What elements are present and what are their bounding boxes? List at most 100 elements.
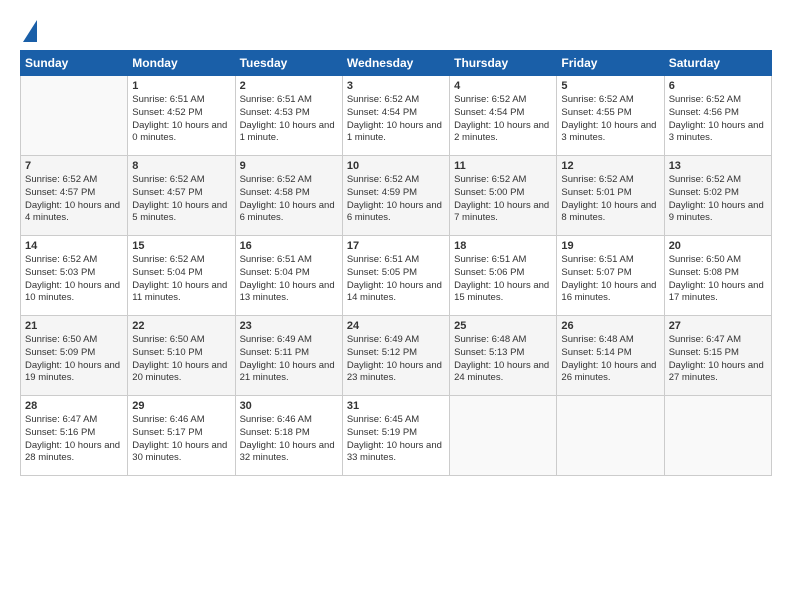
- calendar-cell: 10 Sunrise: 6:52 AMSunset: 4:59 PMDayligh…: [342, 156, 449, 236]
- day-info: Sunrise: 6:51 AMSunset: 5:07 PMDaylight:…: [561, 254, 659, 305]
- day-number: 17: [347, 240, 445, 252]
- week-row-0: 1 Sunrise: 6:51 AMSunset: 4:52 PMDaylight…: [21, 76, 772, 156]
- day-number: 27: [669, 320, 767, 332]
- calendar-cell: 31 Sunrise: 6:45 AMSunset: 5:19 PMDayligh…: [342, 396, 449, 476]
- calendar-cell: 14 Sunrise: 6:52 AMSunset: 5:03 PMDayligh…: [21, 236, 128, 316]
- calendar-cell: [21, 76, 128, 156]
- calendar-cell: [664, 396, 771, 476]
- day-info: Sunrise: 6:46 AMSunset: 5:17 PMDaylight:…: [132, 414, 230, 465]
- day-number: 24: [347, 320, 445, 332]
- calendar-cell: 13Sunrise: 6:52 AMSunset: 5:02 PMDayligh…: [664, 156, 771, 236]
- column-header-tuesday: Tuesday: [235, 51, 342, 76]
- column-header-friday: Friday: [557, 51, 664, 76]
- day-number: 26: [561, 320, 659, 332]
- day-number: 19: [561, 240, 659, 252]
- day-info: Sunrise: 6:52 AMSunset: 5:01 PMDaylight:…: [561, 174, 659, 225]
- calendar-cell: 23 Sunrise: 6:49 AMSunset: 5:11 PMDayligh…: [235, 316, 342, 396]
- day-info: Sunrise: 6:47 AMSunset: 5:15 PMDaylight:…: [669, 334, 767, 385]
- day-number: 18: [454, 240, 552, 252]
- day-info: Sunrise: 6:51 AMSunset: 5:06 PMDaylight:…: [454, 254, 552, 305]
- calendar-cell: 17 Sunrise: 6:51 AMSunset: 5:05 PMDayligh…: [342, 236, 449, 316]
- day-info: Sunrise: 6:50 AMSunset: 5:08 PMDaylight:…: [669, 254, 767, 305]
- day-info: Sunrise: 6:51 AMSunset: 4:53 PMDaylight:…: [240, 94, 338, 145]
- column-header-saturday: Saturday: [664, 51, 771, 76]
- calendar-cell: 15Sunrise: 6:52 AMSunset: 5:04 PMDayligh…: [128, 236, 235, 316]
- calendar-cell: 1 Sunrise: 6:51 AMSunset: 4:52 PMDaylight…: [128, 76, 235, 156]
- day-number: 30: [240, 400, 338, 412]
- day-number: 4: [454, 80, 552, 92]
- day-number: 12: [561, 160, 659, 172]
- day-info: Sunrise: 6:52 AMSunset: 4:55 PMDaylight:…: [561, 94, 659, 145]
- calendar-cell: [450, 396, 557, 476]
- day-number: 31: [347, 400, 445, 412]
- calendar-cell: 4 Sunrise: 6:52 AMSunset: 4:54 PMDaylight…: [450, 76, 557, 156]
- column-header-sunday: Sunday: [21, 51, 128, 76]
- day-number: 23: [240, 320, 338, 332]
- day-info: Sunrise: 6:49 AMSunset: 5:12 PMDaylight:…: [347, 334, 445, 385]
- day-number: 11: [454, 160, 552, 172]
- day-number: 9: [240, 160, 338, 172]
- calendar-cell: 6Sunrise: 6:52 AMSunset: 4:56 PMDaylight…: [664, 76, 771, 156]
- day-info: Sunrise: 6:46 AMSunset: 5:18 PMDaylight:…: [240, 414, 338, 465]
- column-header-thursday: Thursday: [450, 51, 557, 76]
- day-info: Sunrise: 6:50 AMSunset: 5:09 PMDaylight:…: [25, 334, 123, 385]
- day-info: Sunrise: 6:52 AMSunset: 5:00 PMDaylight:…: [454, 174, 552, 225]
- calendar-cell: 16 Sunrise: 6:51 AMSunset: 5:04 PMDayligh…: [235, 236, 342, 316]
- calendar-cell: 3Sunrise: 6:52 AMSunset: 4:54 PMDaylight…: [342, 76, 449, 156]
- day-number: 1: [132, 80, 230, 92]
- page: SundayMondayTuesdayWednesdayThursdayFrid…: [0, 0, 792, 612]
- day-info: Sunrise: 6:50 AMSunset: 5:10 PMDaylight:…: [132, 334, 230, 385]
- day-info: Sunrise: 6:51 AMSunset: 5:05 PMDaylight:…: [347, 254, 445, 305]
- column-header-wednesday: Wednesday: [342, 51, 449, 76]
- week-row-3: 21 Sunrise: 6:50 AMSunset: 5:09 PMDayligh…: [21, 316, 772, 396]
- day-info: Sunrise: 6:52 AMSunset: 4:59 PMDaylight:…: [347, 174, 445, 225]
- calendar-cell: 7Sunrise: 6:52 AMSunset: 4:57 PMDaylight…: [21, 156, 128, 236]
- day-number: 8: [132, 160, 230, 172]
- day-number: 25: [454, 320, 552, 332]
- header-row: SundayMondayTuesdayWednesdayThursdayFrid…: [21, 51, 772, 76]
- logo: [20, 18, 37, 42]
- day-info: Sunrise: 6:51 AMSunset: 5:04 PMDaylight:…: [240, 254, 338, 305]
- calendar-cell: 12 Sunrise: 6:52 AMSunset: 5:01 PMDayligh…: [557, 156, 664, 236]
- calendar-cell: 29 Sunrise: 6:46 AMSunset: 5:17 PMDayligh…: [128, 396, 235, 476]
- calendar-cell: 2 Sunrise: 6:51 AMSunset: 4:53 PMDaylight…: [235, 76, 342, 156]
- day-number: 21: [25, 320, 123, 332]
- day-number: 2: [240, 80, 338, 92]
- day-number: 16: [240, 240, 338, 252]
- day-info: Sunrise: 6:48 AMSunset: 5:13 PMDaylight:…: [454, 334, 552, 385]
- header: [20, 18, 772, 42]
- day-number: 10: [347, 160, 445, 172]
- day-number: 6: [669, 80, 767, 92]
- calendar-cell: [557, 396, 664, 476]
- calendar-cell: 20Sunrise: 6:50 AMSunset: 5:08 PMDayligh…: [664, 236, 771, 316]
- calendar-cell: 22 Sunrise: 6:50 AMSunset: 5:10 PMDayligh…: [128, 316, 235, 396]
- day-info: Sunrise: 6:52 AMSunset: 4:57 PMDaylight:…: [132, 174, 230, 225]
- day-number: 14: [25, 240, 123, 252]
- day-info: Sunrise: 6:49 AMSunset: 5:11 PMDaylight:…: [240, 334, 338, 385]
- day-info: Sunrise: 6:51 AMSunset: 4:52 PMDaylight:…: [132, 94, 230, 145]
- day-info: Sunrise: 6:52 AMSunset: 4:54 PMDaylight:…: [347, 94, 445, 145]
- calendar-cell: 27 Sunrise: 6:47 AMSunset: 5:15 PMDayligh…: [664, 316, 771, 396]
- day-number: 29: [132, 400, 230, 412]
- day-info: Sunrise: 6:47 AMSunset: 5:16 PMDaylight:…: [25, 414, 123, 465]
- calendar-cell: 26 Sunrise: 6:48 AMSunset: 5:14 PMDayligh…: [557, 316, 664, 396]
- calendar-cell: 19 Sunrise: 6:51 AMSunset: 5:07 PMDayligh…: [557, 236, 664, 316]
- day-info: Sunrise: 6:52 AMSunset: 5:02 PMDaylight:…: [669, 174, 767, 225]
- day-info: Sunrise: 6:52 AMSunset: 5:03 PMDaylight:…: [25, 254, 123, 305]
- calendar-cell: 28Sunrise: 6:47 AMSunset: 5:16 PMDayligh…: [21, 396, 128, 476]
- day-number: 22: [132, 320, 230, 332]
- day-number: 15: [132, 240, 230, 252]
- week-row-1: 7Sunrise: 6:52 AMSunset: 4:57 PMDaylight…: [21, 156, 772, 236]
- calendar-cell: 21 Sunrise: 6:50 AMSunset: 5:09 PMDayligh…: [21, 316, 128, 396]
- calendar-cell: 18 Sunrise: 6:51 AMSunset: 5:06 PMDayligh…: [450, 236, 557, 316]
- day-info: Sunrise: 6:45 AMSunset: 5:19 PMDaylight:…: [347, 414, 445, 465]
- calendar-cell: 5Sunrise: 6:52 AMSunset: 4:55 PMDaylight…: [557, 76, 664, 156]
- week-row-2: 14 Sunrise: 6:52 AMSunset: 5:03 PMDayligh…: [21, 236, 772, 316]
- calendar-cell: 30 Sunrise: 6:46 AMSunset: 5:18 PMDayligh…: [235, 396, 342, 476]
- calendar-cell: 8 Sunrise: 6:52 AMSunset: 4:57 PMDaylight…: [128, 156, 235, 236]
- calendar-cell: 11 Sunrise: 6:52 AMSunset: 5:00 PMDayligh…: [450, 156, 557, 236]
- column-header-monday: Monday: [128, 51, 235, 76]
- day-info: Sunrise: 6:52 AMSunset: 4:54 PMDaylight:…: [454, 94, 552, 145]
- day-info: Sunrise: 6:48 AMSunset: 5:14 PMDaylight:…: [561, 334, 659, 385]
- day-info: Sunrise: 6:52 AMSunset: 4:57 PMDaylight:…: [25, 174, 123, 225]
